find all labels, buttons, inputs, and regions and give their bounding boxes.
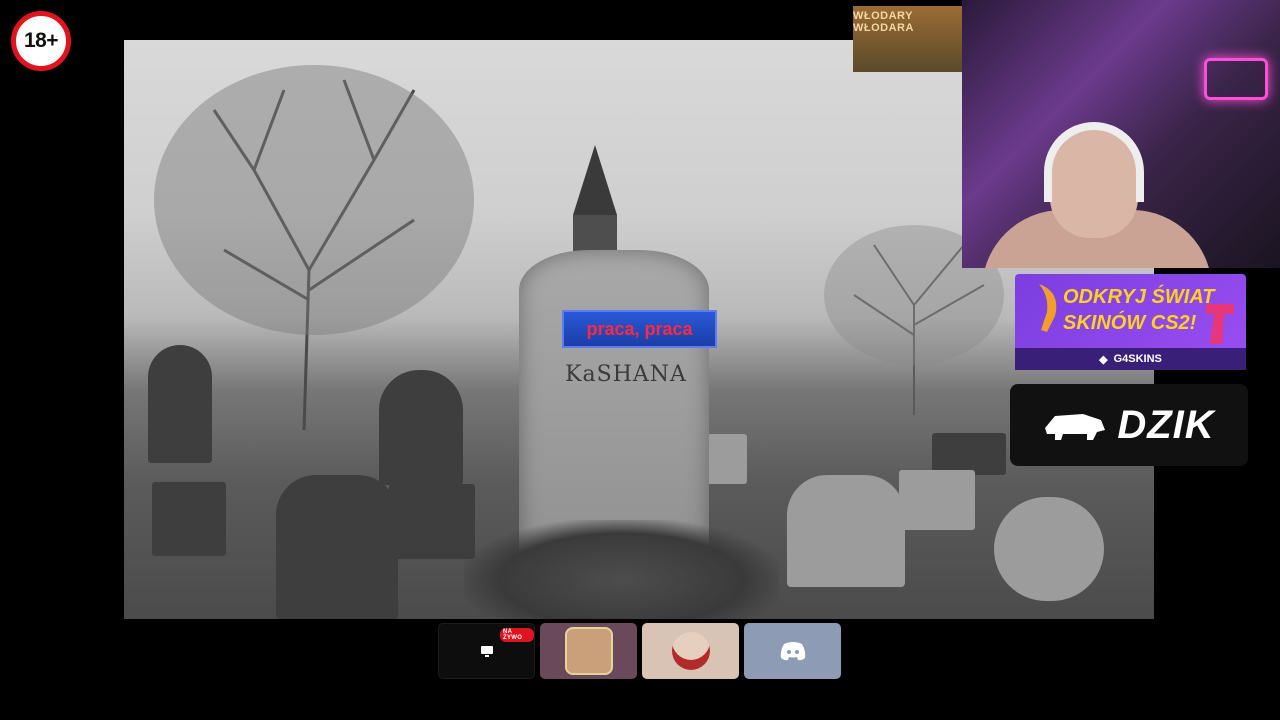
avatar <box>671 632 710 670</box>
avatar <box>564 627 613 675</box>
gravestone <box>707 434 747 484</box>
church-tower <box>573 215 617 255</box>
neon-sign <box>1204 58 1268 100</box>
gravestone <box>787 475 905 587</box>
ivy-overgrowth <box>464 520 779 619</box>
gravestone <box>389 484 475 559</box>
bottom-tiles: NA ŻYWO <box>438 623 841 679</box>
age-rating-badge: 18+ <box>11 11 71 71</box>
discord-tile[interactable] <box>744 623 841 679</box>
gravestone <box>148 345 212 463</box>
promo-line1: ODKRYJ ŚWIAT <box>1063 286 1215 308</box>
g4skins-logo-icon: ◆ <box>1099 353 1108 366</box>
promo-banner-skins[interactable]: ODKRYJ ŚWIAT SKINÓW CS2! ◆ G4SKINS <box>1015 274 1246 370</box>
dzik-label: DZIK <box>1117 402 1215 447</box>
pistol-icon <box>1206 304 1234 344</box>
webcam-feed <box>962 0 1280 268</box>
gravestone <box>899 470 975 530</box>
screen-share-tile[interactable]: NA ŻYWO <box>438 623 535 679</box>
promo-brand: ◆ G4SKINS <box>1015 348 1246 370</box>
tomb-inscription: KaSHANA <box>565 362 687 387</box>
live-badge: NA ŻYWO <box>500 628 534 642</box>
gravestone <box>276 475 398 619</box>
promo-brand-label: G4SKINS <box>1113 353 1162 365</box>
monitor-icon <box>480 645 493 657</box>
gravestone <box>152 482 226 556</box>
participant-tile-2[interactable] <box>642 623 739 679</box>
church-spire <box>573 145 617 215</box>
gravestone <box>379 370 463 485</box>
gravestone <box>932 433 1006 475</box>
promo-line2: SKINÓW CS2! <box>1063 312 1197 334</box>
participant-tile-1[interactable] <box>540 623 637 679</box>
knife-icon <box>1039 284 1057 332</box>
discord-icon <box>780 642 805 661</box>
gravestone <box>994 497 1104 601</box>
headphones <box>1044 122 1144 202</box>
sponsor-banner: WŁODARY WŁODARA <box>853 6 963 72</box>
dzik-banner[interactable]: DZIK <box>1010 384 1248 466</box>
boar-icon <box>1045 414 1106 440</box>
tomb-banner: praca, praca <box>562 310 717 348</box>
